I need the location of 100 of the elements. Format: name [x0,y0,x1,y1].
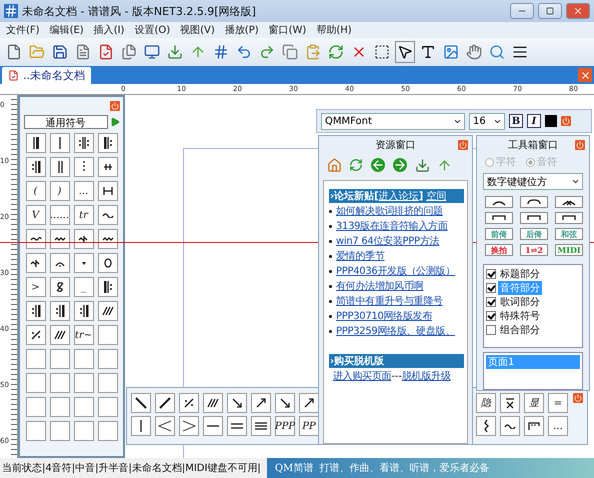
key-layout-select[interactable]: 数字键键位方 [483,173,583,190]
symbol-button[interactable]: 隐 [476,393,496,413]
symbol-button[interactable]: tr~ [74,325,94,345]
color-swatch[interactable] [545,115,557,127]
symbol-button[interactable] [26,133,46,153]
symbol-button[interactable] [524,416,544,436]
symbol-button[interactable]: ...... [50,205,70,225]
empty-symbol-slot[interactable] [50,421,70,441]
symbol-button[interactable] [476,416,496,436]
post-link[interactable]: 有何办法增加风币啊 [336,279,424,293]
close-button[interactable] [566,3,590,19]
menu-item[interactable]: 编辑(E) [50,23,84,37]
symbol-button[interactable]: ... [74,181,94,201]
symbol-button[interactable] [50,253,70,273]
symbol-button[interactable] [227,393,247,413]
symbol-button[interactable] [500,393,520,413]
symbol-button[interactable] [227,416,247,436]
symbol-button[interactable]: = [548,393,568,413]
home-button[interactable] [325,156,343,174]
menu-item[interactable]: 插入(I) [94,23,124,37]
post-link[interactable]: PPP3259网络版、硬盘版、 [336,324,456,338]
empty-symbol-slot[interactable] [74,421,94,441]
tool-button[interactable] [520,196,548,208]
symbol-button[interactable] [179,416,199,436]
symbol-button[interactable] [155,416,175,436]
tool-button[interactable] [485,212,513,224]
symbol-button[interactable] [26,325,46,345]
checkbox[interactable] [486,269,496,280]
symbol-button[interactable] [74,301,94,321]
post-link[interactable]: win7 64位安装PPP方法 [336,234,440,248]
menu-item[interactable]: 视图(V) [180,23,215,37]
symbol-button[interactable] [98,181,118,201]
font-select[interactable]: QMMFont [321,112,465,130]
post-link[interactable]: 爱情的季节 [336,249,385,263]
close-button[interactable] [573,393,583,403]
upgrade-link[interactable]: 脱机版升级 [402,369,451,383]
bold-button[interactable]: B [509,114,523,128]
empty-symbol-slot[interactable] [50,397,70,417]
symbol-button[interactable] [50,277,70,297]
empty-symbol-slot[interactable] [98,373,118,393]
empty-symbol-slot[interactable] [74,397,94,417]
buy-link[interactable]: 进入购买页面 [333,369,392,383]
symbol-button[interactable] [50,325,70,345]
symbol-button[interactable] [500,416,520,436]
menu-item[interactable]: 帮助(H) [316,23,352,37]
symbol-button[interactable] [50,301,70,321]
symbol-button[interactable]: _ [74,277,94,297]
menu-item[interactable]: 文件(F) [6,23,40,37]
empty-symbol-slot[interactable] [74,373,94,393]
close-button[interactable] [458,140,468,150]
tool-button[interactable] [485,196,513,208]
symbol-button[interactable] [26,253,46,273]
symbol-button[interactable]: V [26,205,46,225]
post-link[interactable]: 简谱中有重升号与重降号 [336,294,443,308]
post-link[interactable]: PPP30710网络版发布 [336,309,432,323]
tool-button[interactable]: 换拍 [485,244,513,256]
symbol-button[interactable] [98,253,118,273]
symbol-button[interactable] [26,301,46,321]
part-item[interactable]: 组合部分 [498,323,542,338]
forward-button[interactable] [391,156,409,174]
post-link[interactable]: PPP4036开发版（公测版） [336,264,456,278]
space-link[interactable]: 空间 [426,189,446,203]
symbol-button[interactable] [131,416,151,436]
symbol-button[interactable] [74,133,94,153]
italic-button[interactable]: I [527,114,541,128]
symbol-button[interactable]: ... [548,416,568,436]
close-button[interactable] [575,140,585,150]
symbol-button[interactable]: tr [74,205,94,225]
font-size-select[interactable]: 16 [469,112,505,130]
symbol-button[interactable] [74,229,94,249]
empty-symbol-slot[interactable] [26,373,46,393]
part-item[interactable]: 歌词部分 [498,295,542,310]
tool-button[interactable]: MIDI [555,244,583,256]
symbol-button[interactable] [98,229,118,249]
symbol-button[interactable]: ) [50,181,70,201]
empty-symbol-slot[interactable] [26,421,46,441]
symbol-button[interactable] [251,416,271,436]
empty-symbol-slot[interactable] [26,397,46,417]
menu-item[interactable]: 窗口(W) [268,23,306,37]
symbol-button[interactable]: PP [299,416,319,436]
tool-button[interactable]: 1⇌2 [520,244,548,256]
symbol-button[interactable] [98,133,118,153]
close-tab-button[interactable] [578,68,592,82]
symbol-button[interactable] [26,157,46,177]
symbol-group-button[interactable]: 通用符号 [24,115,108,129]
empty-symbol-slot[interactable] [98,421,118,441]
checkbox[interactable] [486,325,496,336]
toolbar-button[interactable] [395,41,415,63]
minimize-button[interactable] [510,3,534,19]
empty-symbol-slot[interactable] [98,397,118,417]
post-link[interactable]: 3139版在连音符输入方面 [336,219,448,233]
maximize-button[interactable] [538,3,562,19]
symbol-button[interactable] [203,393,223,413]
symbol-button[interactable] [50,229,70,249]
symbol-button[interactable] [299,393,319,413]
post-link[interactable]: 如何解决歌词排挤的问题 [336,204,443,218]
symbol-button[interactable] [26,229,46,249]
empty-symbol-slot[interactable] [50,373,70,393]
symbol-button[interactable] [251,393,271,413]
symbol-button[interactable] [179,393,199,413]
